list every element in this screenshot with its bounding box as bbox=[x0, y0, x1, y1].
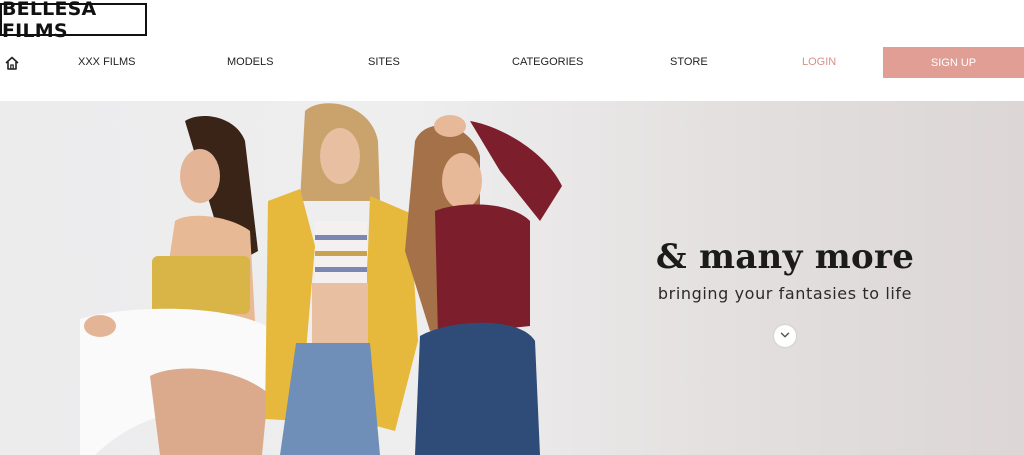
home-icon[interactable] bbox=[4, 55, 20, 71]
hero-subheading: bringing your fantasies to life bbox=[657, 284, 913, 303]
nav-item-store[interactable]: STORE bbox=[670, 56, 708, 68]
login-link[interactable]: LOGIN bbox=[802, 56, 836, 68]
hero-heading: & many more bbox=[655, 237, 915, 277]
model-figure-middle bbox=[265, 103, 418, 455]
nav-item-xxx-films[interactable]: XXX FILMS bbox=[78, 56, 135, 68]
scroll-down-button[interactable] bbox=[774, 325, 796, 347]
signup-button[interactable]: SIGN UP bbox=[883, 47, 1024, 78]
model-figure-left bbox=[80, 115, 275, 455]
nav-item-sites[interactable]: SITES bbox=[368, 56, 400, 68]
nav-item-categories[interactable]: CATEGORIES bbox=[512, 56, 583, 68]
chevron-down-icon bbox=[780, 327, 790, 345]
hero-banner: & many more bringing your fantasies to l… bbox=[0, 101, 1024, 455]
brand-logo[interactable]: BELLESA FILMS bbox=[0, 0, 147, 42]
main-nav: XXX FILMS MODELS SITES CATEGORIES STORE … bbox=[0, 47, 1024, 78]
hero-photo bbox=[80, 103, 562, 455]
model-figure-right bbox=[405, 115, 562, 455]
nav-item-models[interactable]: MODELS bbox=[227, 56, 273, 68]
